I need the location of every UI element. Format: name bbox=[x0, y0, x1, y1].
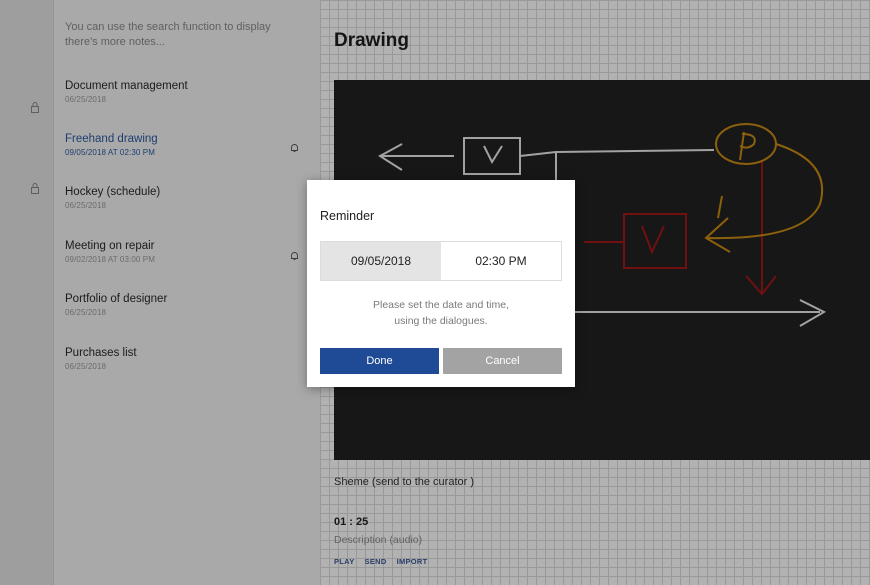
dialog-message-line: using the dialogues. bbox=[394, 315, 488, 327]
dialog-title: Reminder bbox=[320, 209, 375, 223]
dialog-message-line: Please set the date and time, bbox=[372, 299, 509, 311]
dialog-message: Please set the date and time, using the … bbox=[320, 297, 562, 329]
reminder-dialog: Reminder 09/05/2018 02:30 PM Please set … bbox=[307, 180, 575, 387]
date-field[interactable]: 09/05/2018 bbox=[321, 242, 441, 280]
datetime-picker: 09/05/2018 02:30 PM bbox=[320, 241, 562, 281]
done-button[interactable]: Done bbox=[320, 348, 439, 374]
time-field[interactable]: 02:30 PM bbox=[441, 242, 561, 280]
cancel-button[interactable]: Cancel bbox=[443, 348, 562, 374]
